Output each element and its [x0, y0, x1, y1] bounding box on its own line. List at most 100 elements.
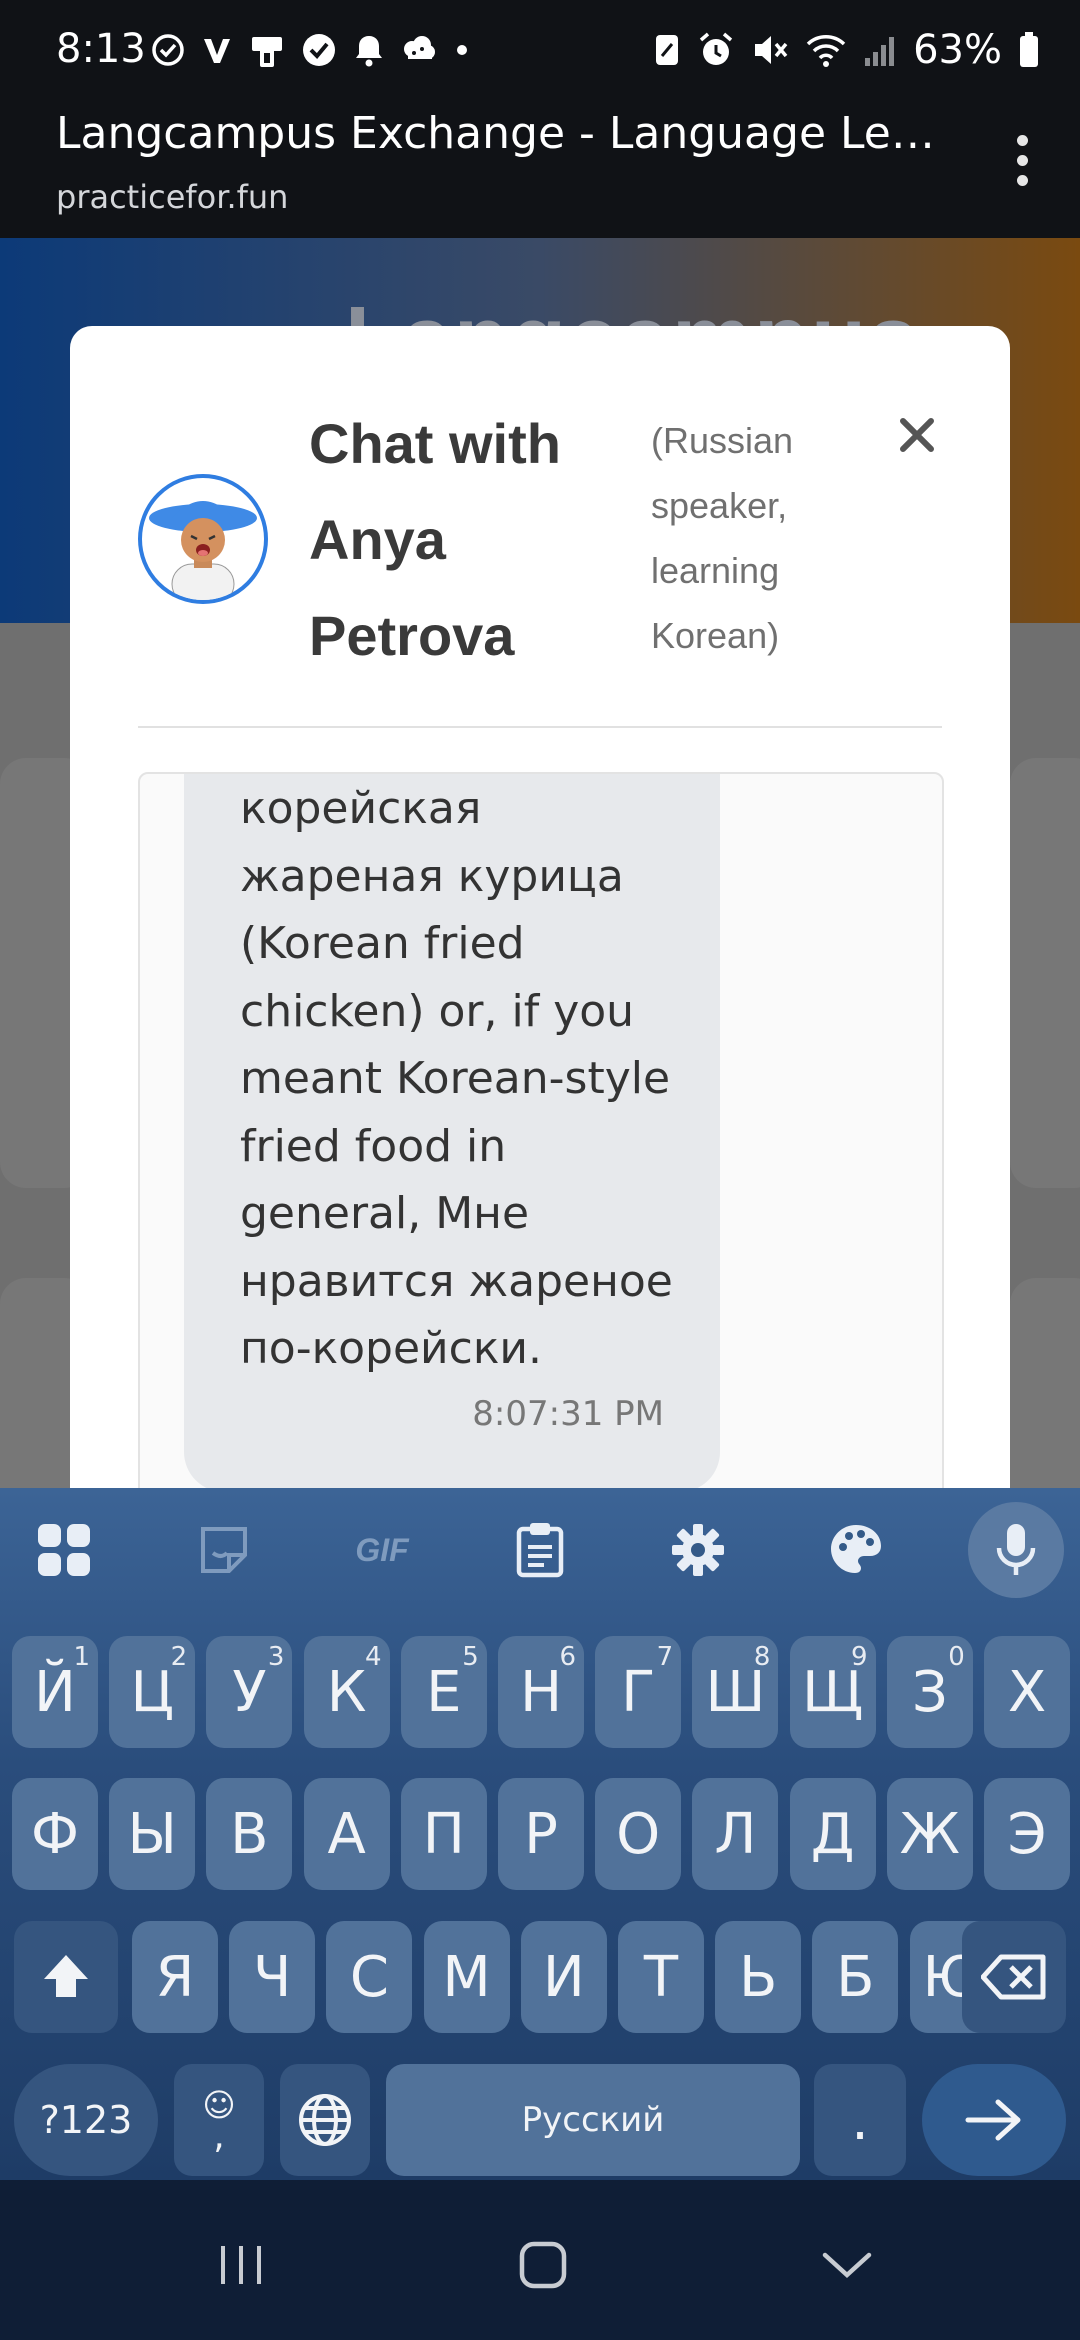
key-label: П — [422, 1801, 465, 1867]
key-Б[interactable]: Б — [812, 1921, 899, 2033]
shift-key[interactable] — [14, 1921, 118, 2033]
gif-icon[interactable]: GIF — [344, 1514, 420, 1586]
key-Д[interactable]: Д — [789, 1778, 876, 1890]
key-label: Русский — [521, 2100, 665, 2140]
key-label: Г — [621, 1659, 656, 1725]
nfc-icon — [653, 32, 681, 68]
key-label: Л — [714, 1801, 757, 1867]
bell-icon — [352, 32, 386, 68]
key-hint: 7 — [656, 1642, 674, 1672]
recents-icon[interactable] — [206, 2230, 276, 2300]
verified-icon — [300, 31, 338, 69]
gif-label: GIF — [355, 1531, 409, 1568]
key-Ь[interactable]: Ь — [715, 1921, 802, 2033]
check-circle-icon — [150, 32, 186, 68]
status-time: 8:13 — [56, 26, 146, 72]
palette-icon[interactable] — [820, 1514, 892, 1586]
key-label: И — [542, 1944, 585, 2010]
key-У[interactable]: У3 — [206, 1636, 293, 1748]
key-Щ[interactable]: Щ9 — [789, 1636, 876, 1748]
key-И[interactable]: И — [520, 1921, 607, 2033]
key-Ы[interactable]: Ы — [109, 1778, 196, 1890]
page-url[interactable]: practicefor.fun — [56, 178, 288, 216]
key-label: Ф — [30, 1801, 80, 1867]
key-Е[interactable]: Е5 — [400, 1636, 487, 1748]
key-Т[interactable]: Т — [618, 1921, 704, 2033]
key-hint: 1 — [73, 1642, 90, 1672]
key-label: Й — [34, 1659, 76, 1725]
key-label: Ж — [899, 1801, 960, 1867]
settings-gear-icon[interactable] — [662, 1514, 734, 1586]
globe-icon — [299, 2094, 351, 2146]
key-hint: 8 — [753, 1642, 771, 1672]
navigation-bar — [0, 2180, 1080, 2340]
key-label: К — [326, 1659, 367, 1725]
key-Ч[interactable]: Ч — [229, 1921, 316, 2033]
key-К[interactable]: К4 — [303, 1636, 390, 1748]
more-options-icon[interactable] — [994, 130, 1050, 190]
dot-icon — [452, 40, 472, 60]
key-Р[interactable]: Р — [498, 1778, 584, 1890]
home-icon[interactable] — [508, 2230, 578, 2300]
key-П[interactable]: П — [400, 1778, 487, 1890]
message-text: корейская жареная курица (Korean fried c… — [240, 783, 673, 1374]
key-Ш[interactable]: Ш8 — [692, 1636, 779, 1748]
key-С[interactable]: С — [326, 1921, 413, 2033]
backspace-icon — [981, 1954, 1046, 2000]
enter-key[interactable] — [922, 2064, 1066, 2176]
alarm-icon — [697, 31, 735, 69]
key-Н[interactable]: Н6 — [498, 1636, 584, 1748]
key-З[interactable]: З0 — [886, 1636, 973, 1748]
key-label: Э — [1007, 1801, 1047, 1867]
close-button[interactable] — [892, 410, 942, 460]
battery-percent: 63% — [913, 27, 1002, 73]
key-label: З — [911, 1659, 948, 1725]
emoji-key[interactable]: ☺, — [174, 2064, 264, 2176]
key-label: Н — [519, 1659, 563, 1725]
shift-icon — [44, 1955, 88, 1997]
comma-label: , — [213, 2116, 225, 2157]
key-Э[interactable]: Э — [984, 1778, 1070, 1890]
apps-grid-icon[interactable] — [28, 1514, 100, 1586]
key-hint: 2 — [170, 1642, 188, 1672]
mic-icon[interactable] — [968, 1502, 1064, 1598]
chat-title: Chat with Anya Petrova — [309, 412, 561, 667]
chat-modal: Chat with Anya Petrova (Russian speaker,… — [70, 326, 1010, 1566]
browser-bar: Langcampus Exchange - Language Learni...… — [0, 100, 1080, 238]
page-title[interactable]: Langcampus Exchange - Language Learni... — [56, 108, 956, 159]
key-label: О — [616, 1801, 661, 1867]
key-Х[interactable]: Х — [984, 1636, 1070, 1748]
key-label: В — [230, 1801, 269, 1867]
key-hint: 5 — [462, 1642, 479, 1672]
message-list[interactable]: корейская жареная курица (Korean fried c… — [138, 772, 944, 1566]
device-icon — [248, 31, 286, 69]
key-В[interactable]: В — [206, 1778, 293, 1890]
sticker-icon[interactable] — [188, 1514, 260, 1586]
clipboard-icon[interactable] — [504, 1514, 576, 1586]
language-key[interactable] — [280, 2064, 370, 2176]
key-Й[interactable]: Й1 — [12, 1636, 98, 1748]
v-app-icon — [200, 33, 234, 67]
key-А[interactable]: А — [303, 1778, 390, 1890]
key-hint: 3 — [267, 1642, 285, 1672]
keyboard: GIF Й1Ц2У3К4Е5Н6Г7Ш8Щ9З0ХФЫВАПРОЛДЖЭЯЧСМ… — [0, 1488, 1080, 2180]
symbols-key[interactable]: ?123 — [14, 2064, 158, 2176]
key-Г[interactable]: Г7 — [595, 1636, 682, 1748]
back-icon[interactable] — [812, 2230, 882, 2300]
backspace-key[interactable] — [962, 1921, 1066, 2033]
mute-icon — [751, 31, 789, 69]
key-hint: 9 — [851, 1642, 868, 1672]
key-Я[interactable]: Я — [132, 1921, 218, 2033]
key-label: М — [442, 1944, 491, 2010]
key-М[interactable]: М — [423, 1921, 510, 2033]
keyboard-toolbar: GIF — [0, 1488, 1080, 1612]
key-Ж[interactable]: Ж — [886, 1778, 973, 1890]
key-О[interactable]: О — [595, 1778, 682, 1890]
arrow-right-icon — [965, 2099, 1021, 2141]
key-Ц[interactable]: Ц2 — [109, 1636, 196, 1748]
key-Л[interactable]: Л — [692, 1778, 779, 1890]
space-key[interactable]: Русский — [386, 2064, 800, 2176]
key-Ф[interactable]: Ф — [12, 1778, 98, 1890]
message-timestamp: 8:07:31 PM — [472, 1394, 664, 1434]
period-key[interactable]: . — [814, 2064, 906, 2176]
